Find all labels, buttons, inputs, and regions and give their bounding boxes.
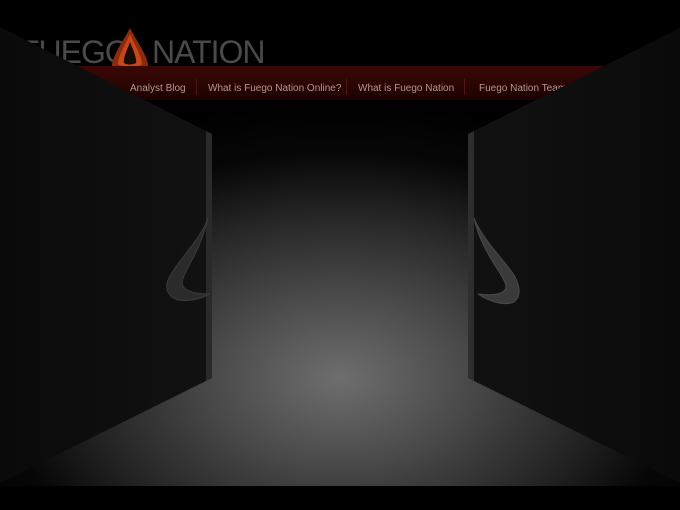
logo-text-right: NATION: [152, 34, 266, 70]
door-handle-icon[interactable]: [160, 210, 212, 310]
nav-divider: [196, 79, 197, 95]
nav-item-what-is-fuego-nation-online[interactable]: What is Fuego Nation Online?: [208, 83, 341, 94]
nav-divider: [464, 79, 465, 95]
nav-item-analyst-blog[interactable]: Analyst Blog: [130, 83, 186, 94]
bottom-letterbox: [0, 486, 680, 510]
door-handle-icon[interactable]: [468, 214, 524, 310]
nav-item-what-is-fuego-nation[interactable]: What is Fuego Nation: [358, 83, 454, 94]
nav-divider: [346, 79, 347, 95]
intro-stage: FUEGO NATION Analyst Blog What is Fuego …: [0, 0, 680, 486]
